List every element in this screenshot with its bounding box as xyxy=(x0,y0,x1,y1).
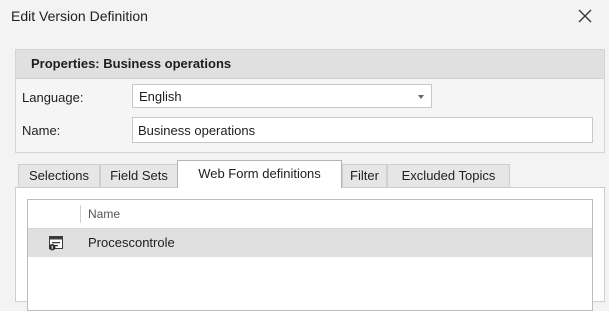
title-bar: Edit Version Definition xyxy=(0,0,609,34)
tab-panel: Name Procescontrole xyxy=(15,187,605,311)
tab-excluded-topics[interactable]: Excluded Topics xyxy=(387,164,510,187)
language-value: English xyxy=(139,89,182,104)
column-separator xyxy=(80,205,81,223)
tab-web-form-definitions[interactable]: Web Form definitions xyxy=(177,160,342,188)
grid-header: Name xyxy=(28,200,592,229)
web-form-icon xyxy=(49,236,63,251)
close-icon xyxy=(578,9,592,23)
properties-title: Properties: Business operations xyxy=(31,56,232,71)
language-dropdown[interactable]: English xyxy=(132,84,432,108)
web-form-grid: Name Procescontrole xyxy=(27,199,593,311)
table-row[interactable]: Procescontrole xyxy=(28,229,592,257)
tab-filter[interactable]: Filter xyxy=(342,164,387,187)
language-label: Language: xyxy=(22,90,84,105)
name-label: Name: xyxy=(22,123,61,138)
name-field[interactable] xyxy=(132,117,593,143)
chevron-down-icon xyxy=(418,95,424,99)
window-title: Edit Version Definition xyxy=(11,8,148,24)
row-name: Procescontrole xyxy=(88,235,175,250)
properties-header: Properties: Business operations xyxy=(16,50,604,79)
tab-selections[interactable]: Selections xyxy=(18,164,100,187)
tab-field-sets[interactable]: Field Sets xyxy=(100,164,178,187)
column-header-name[interactable]: Name xyxy=(88,207,120,221)
close-button[interactable] xyxy=(568,1,602,31)
